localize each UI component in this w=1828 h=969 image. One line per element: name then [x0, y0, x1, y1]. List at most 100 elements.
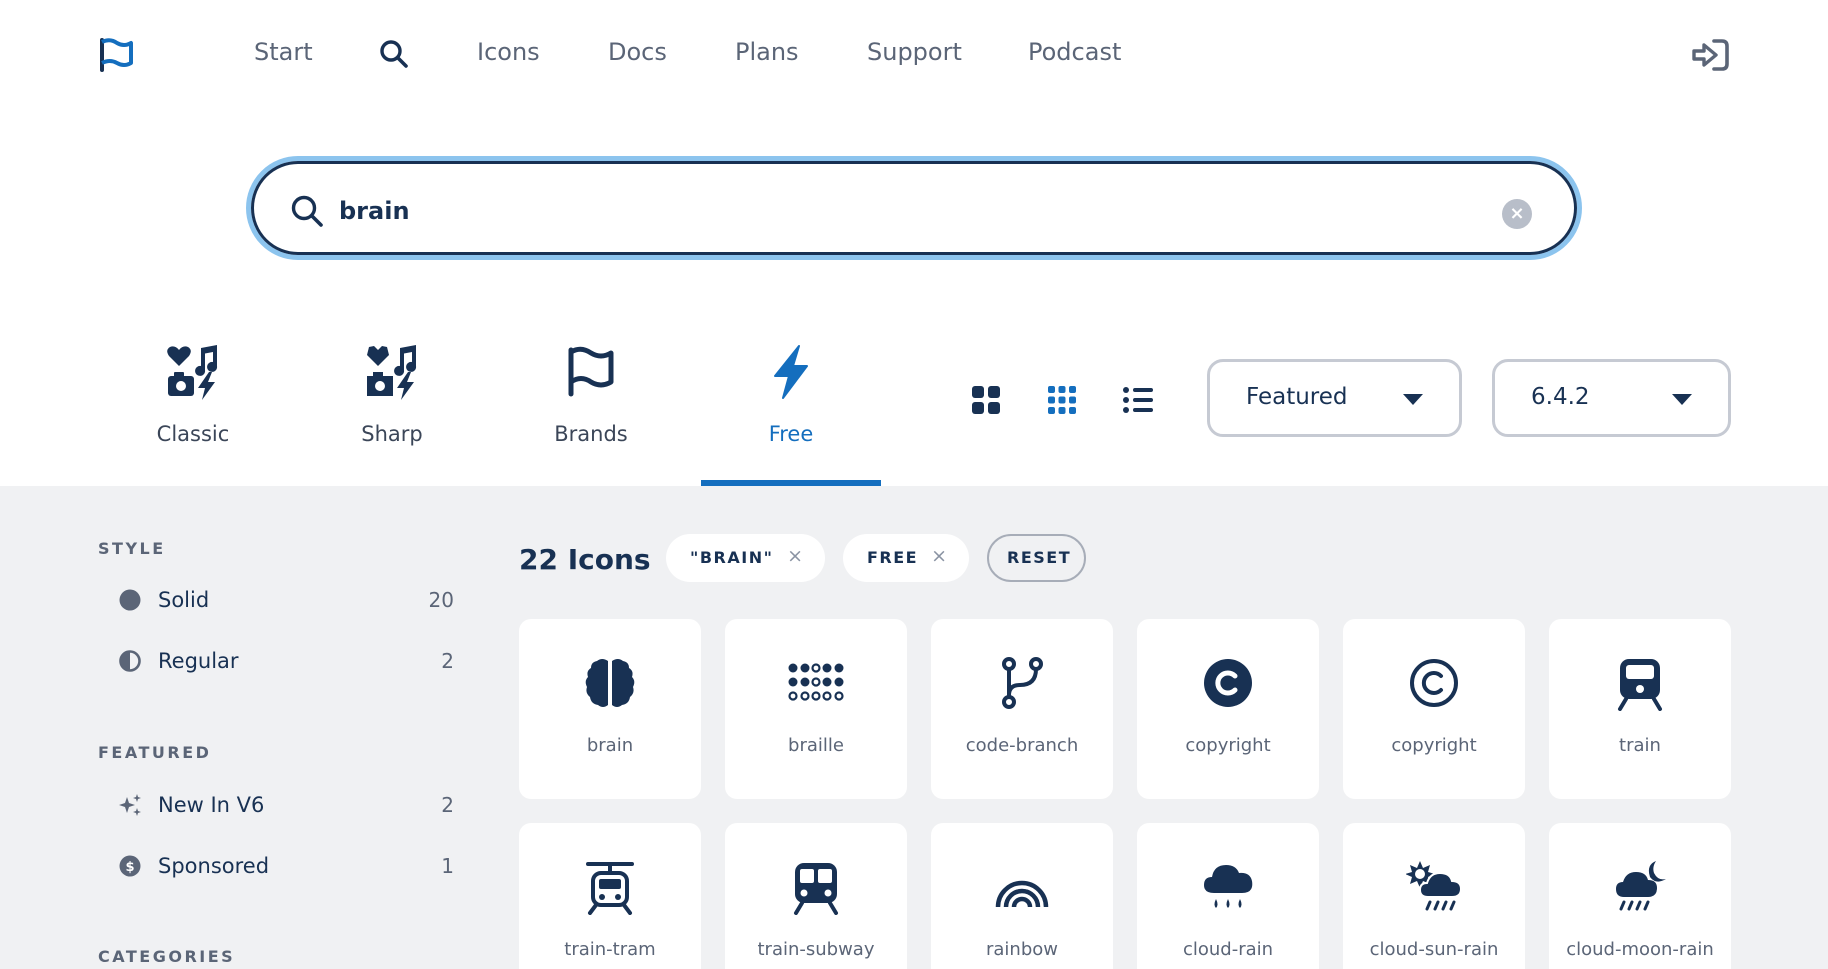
- filter-count: 2: [441, 793, 454, 817]
- nav-docs[interactable]: Docs: [608, 38, 667, 66]
- icon-card-label: brain: [586, 735, 634, 756]
- icon-card-label: cloud-moon-rain: [1566, 939, 1714, 960]
- search-icon[interactable]: [379, 39, 409, 69]
- icon-card-cloud-rain[interactable]: cloud-rain: [1137, 823, 1319, 969]
- icon-card-label: cloud-rain: [1182, 939, 1274, 960]
- sort-select[interactable]: Featured: [1207, 359, 1462, 437]
- icon-card-label: copyright: [1185, 735, 1271, 756]
- flag-icon: [568, 346, 614, 397]
- nav-podcast[interactable]: Podcast: [1028, 38, 1121, 66]
- copyright-icon: [1410, 659, 1458, 707]
- filter-label: Regular: [158, 649, 239, 673]
- style-heading: STYLE: [98, 539, 166, 558]
- search-input[interactable]: [339, 186, 1439, 236]
- filter-sponsored[interactable]: $ Sponsored 1: [118, 848, 454, 884]
- filter-label: Solid: [158, 588, 210, 612]
- cloud-sun-rain-icon: [1406, 861, 1462, 911]
- close-icon[interactable]: ×: [787, 545, 803, 567]
- icon-card-train[interactable]: train: [1549, 619, 1731, 799]
- train-icon: [1618, 659, 1662, 711]
- icon-card-train-tram[interactable]: train-tram: [519, 823, 701, 969]
- caret-down-icon: [1672, 394, 1692, 405]
- icon-card-label: code-branch: [965, 735, 1079, 756]
- code-branch-icon: [1002, 657, 1043, 709]
- list-icon[interactable]: [1122, 384, 1154, 416]
- icon-card-label: train: [1619, 735, 1661, 756]
- rainbow-icon: [995, 880, 1049, 908]
- clear-search-button[interactable]: ×: [1502, 199, 1532, 229]
- train-tram-icon: [586, 862, 634, 915]
- tab-sharp[interactable]: Sharp: [302, 330, 482, 485]
- filter-regular[interactable]: Regular 2: [118, 643, 454, 679]
- icon-card-cloud-moon-rain[interactable]: cloud-moon-rain: [1549, 823, 1731, 969]
- nav-start[interactable]: Start: [254, 38, 313, 66]
- icon-card-label: train-tram: [564, 939, 656, 960]
- circle-solid-icon: [119, 589, 141, 611]
- icon-card-label: train-subway: [757, 939, 875, 960]
- right-to-bracket-icon[interactable]: [1690, 37, 1730, 73]
- sort-select-value: Featured: [1246, 384, 1348, 410]
- version-select-value: 6.4.2: [1531, 384, 1590, 410]
- categories-heading: CATEGORIES: [98, 947, 236, 966]
- icon-card-braille[interactable]: braille: [725, 619, 907, 799]
- filter-new-in-v6[interactable]: New In V6 2: [118, 787, 454, 823]
- top-nav: Start Icons Docs Plans Support Podcast: [0, 0, 1828, 112]
- icon-card-rainbow[interactable]: rainbow: [931, 823, 1113, 969]
- chip-label: "BRAIN": [690, 548, 774, 567]
- brain-icon: [585, 659, 635, 707]
- reset-label: RESET: [1007, 548, 1072, 567]
- grid-small-icon[interactable]: [1046, 384, 1078, 416]
- filter-count: 1: [441, 854, 454, 878]
- icon-card-copyright-regular[interactable]: copyright: [1343, 619, 1525, 799]
- cloud-moon-rain-icon: [1616, 861, 1666, 911]
- sparkles-icon: [119, 794, 141, 816]
- icon-card-copyright-solid[interactable]: copyright: [1137, 619, 1319, 799]
- search-bar: ×: [246, 156, 1582, 260]
- tab-label: Brands: [554, 422, 628, 446]
- search-box: ×: [251, 161, 1577, 255]
- search-icon: [291, 195, 323, 227]
- nav-icons[interactable]: Icons: [477, 38, 540, 66]
- filter-solid[interactable]: Solid 20: [118, 582, 454, 618]
- icon-card-label: rainbow: [986, 939, 1058, 960]
- featured-heading: FEATURED: [98, 743, 212, 762]
- sharp-family-icon: [367, 345, 417, 400]
- caret-down-icon: [1403, 394, 1423, 405]
- grid-large-icon[interactable]: [970, 384, 1002, 416]
- version-select[interactable]: 6.4.2: [1492, 359, 1731, 437]
- braille-icon: [788, 663, 844, 701]
- icon-card-cloud-sun-rain[interactable]: cloud-sun-rain: [1343, 823, 1525, 969]
- chip-label: FREE: [867, 548, 919, 567]
- classic-family-icon: [167, 345, 218, 400]
- train-subway-icon: [794, 863, 838, 915]
- icon-card-label: braille: [788, 735, 844, 756]
- tab-label: Sharp: [361, 422, 423, 446]
- filter-chip-query[interactable]: "BRAIN" ×: [666, 534, 825, 582]
- filter-count: 2: [441, 649, 454, 673]
- nav-support[interactable]: Support: [867, 38, 962, 66]
- filter-label: Sponsored: [158, 854, 270, 878]
- filter-chip-free[interactable]: FREE ×: [843, 534, 969, 582]
- tab-label: Free: [768, 422, 814, 446]
- icon-card-code-branch[interactable]: code-branch: [931, 619, 1113, 799]
- cloud-rain-icon: [1204, 865, 1253, 908]
- filter-label: New In V6: [158, 793, 265, 817]
- icon-card-label: copyright: [1391, 735, 1477, 756]
- filter-count: 20: [428, 588, 454, 612]
- close-icon[interactable]: ×: [931, 545, 947, 567]
- tab-label: Classic: [156, 422, 230, 446]
- dollar-circle-icon: $: [119, 855, 141, 877]
- flag-icon[interactable]: [98, 36, 136, 74]
- icon-card-brain[interactable]: brain: [519, 619, 701, 799]
- tab-free[interactable]: Free: [701, 330, 881, 485]
- copyright-icon: [1204, 659, 1252, 707]
- icon-card-train-subway[interactable]: train-subway: [725, 823, 907, 969]
- reset-button[interactable]: RESET: [987, 534, 1086, 582]
- results-count: 22 Icons: [519, 543, 651, 576]
- nav-plans[interactable]: Plans: [735, 38, 799, 66]
- circle-half-icon: [119, 650, 141, 672]
- bolt-icon: [774, 345, 808, 399]
- icon-card-label: cloud-sun-rain: [1369, 939, 1499, 960]
- tab-classic[interactable]: Classic: [103, 330, 283, 485]
- tab-brands[interactable]: Brands: [501, 330, 681, 485]
